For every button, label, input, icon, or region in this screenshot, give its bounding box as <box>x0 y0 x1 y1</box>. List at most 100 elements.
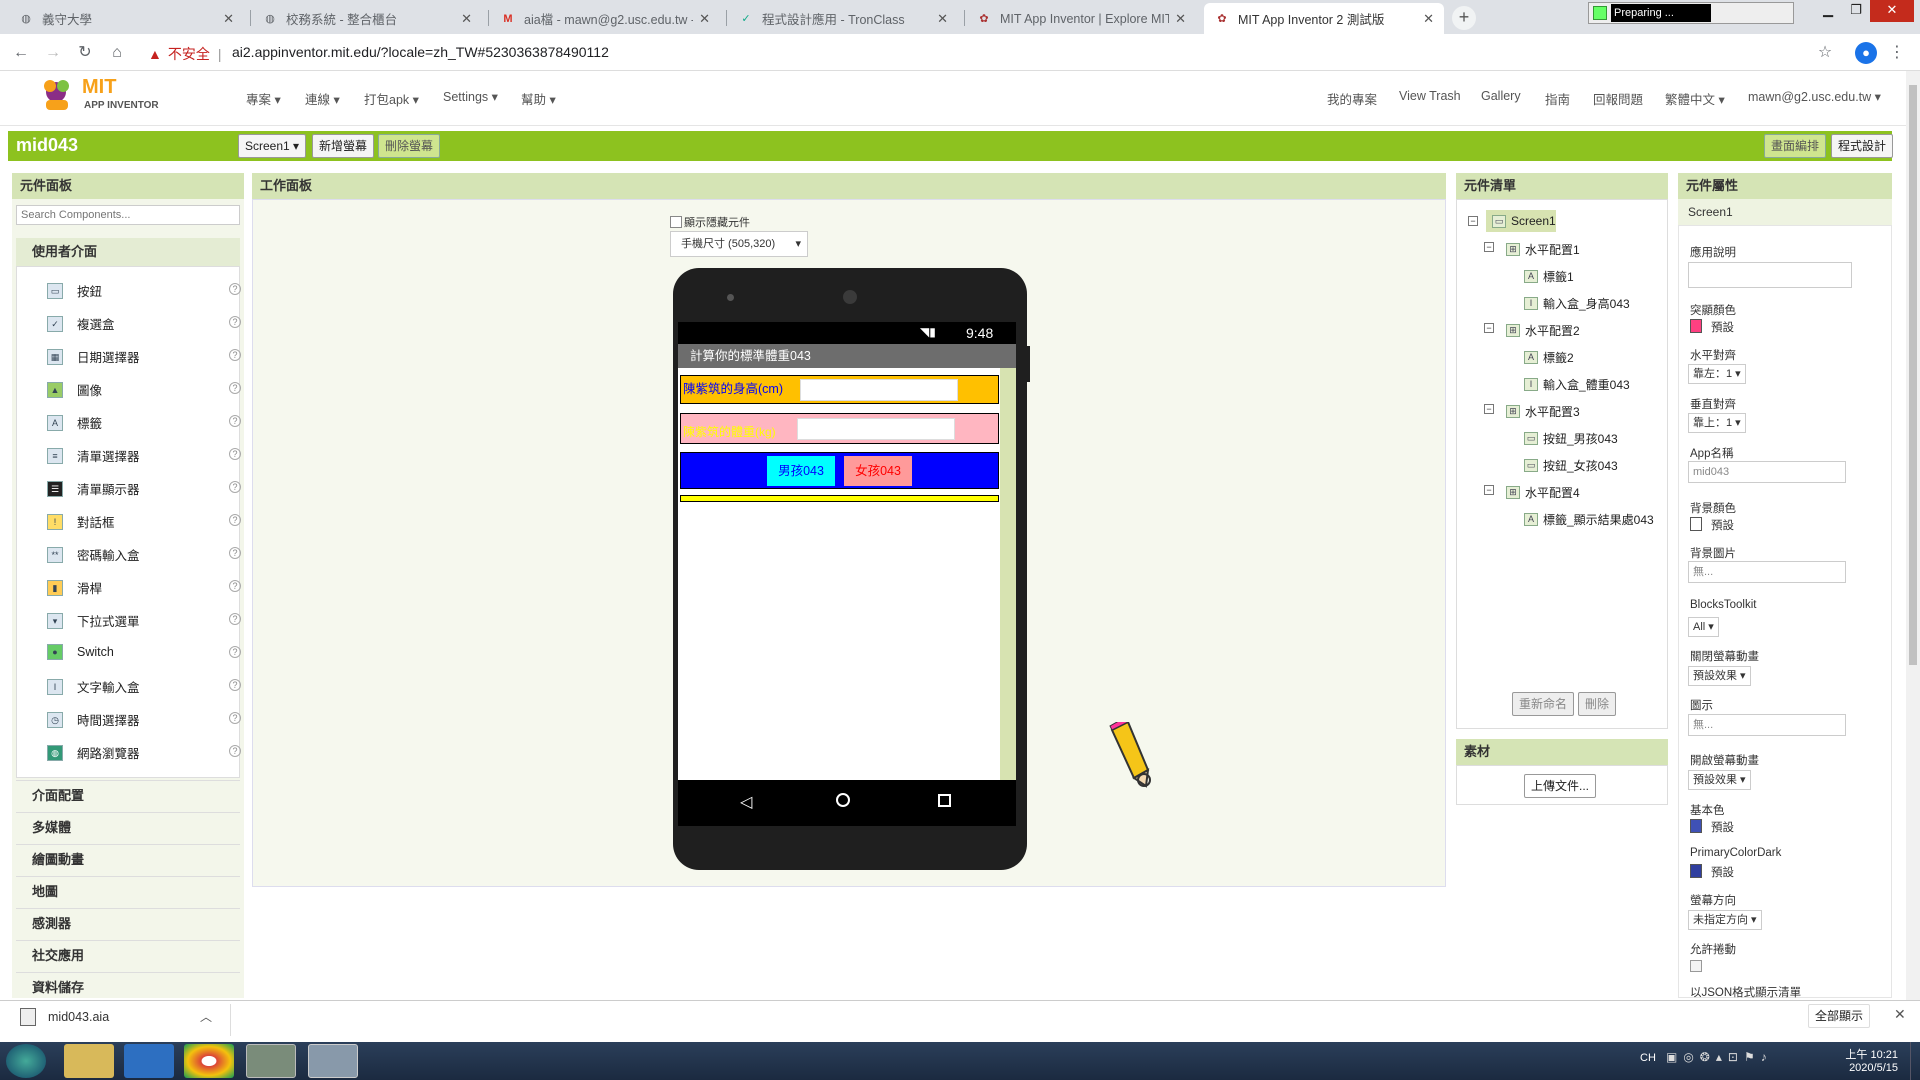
help-icon[interactable]: ? <box>229 283 241 295</box>
tab-mit-explore[interactable]: ✿ MIT App Inventor | Explore MIT ✕ <box>966 3 1196 34</box>
tab-app-inventor[interactable]: ✿ MIT App Inventor 2 測試版 ✕ <box>1204 3 1444 34</box>
prop-scrollable-checkbox[interactable] <box>1690 960 1702 972</box>
prop-icon-picker[interactable]: 無... <box>1688 714 1846 736</box>
mit-app-inventor-logo[interactable]: MIT APP INVENTOR <box>36 74 164 114</box>
tree-node-arrangement2[interactable]: ⊞ 水平配置2 <box>1506 322 1580 339</box>
palette-item-notifier[interactable]: ! 對話框 <box>47 512 115 531</box>
close-icon[interactable]: ✕ <box>1423 11 1434 27</box>
menu-account[interactable]: mawn@g2.usc.edu.tw ▾ <box>1748 89 1881 104</box>
back-icon[interactable]: ← <box>10 42 32 64</box>
start-button[interactable] <box>6 1044 46 1078</box>
tree-node-screen1[interactable]: ▭ Screen1 <box>1492 214 1556 228</box>
link-guide[interactable]: 指南 <box>1545 89 1570 108</box>
close-icon[interactable]: ✕ <box>223 11 234 27</box>
palette-category-social[interactable]: 社交應用 <box>16 940 240 969</box>
menu-project[interactable]: 專案 ▾ <box>246 89 281 108</box>
menu-build-apk[interactable]: 打包apk ▾ <box>364 89 419 108</box>
profile-avatar[interactable]: ● <box>1855 42 1877 64</box>
palette-category-sensors[interactable]: 感測器 <box>16 908 240 937</box>
tree-node-result-label[interactable]: A 標籤_顯示結果處043 <box>1524 511 1654 528</box>
search-components-input[interactable] <box>16 205 240 225</box>
restore-icon[interactable]: ❐ <box>1842 0 1870 22</box>
boy-button[interactable]: 男孩043 <box>767 456 835 486</box>
new-tab-button[interactable]: + <box>1452 6 1476 30</box>
help-icon[interactable]: ? <box>229 679 241 691</box>
palette-item-textbox[interactable]: I 文字輸入盒 <box>47 677 140 696</box>
help-icon[interactable]: ? <box>229 514 241 526</box>
prop-about-textarea[interactable] <box>1688 262 1852 288</box>
girl-button[interactable]: 女孩043 <box>844 456 912 486</box>
tab-campus-system[interactable]: ◍ 校務系統 - 整合櫃台 ✕ <box>252 3 482 34</box>
prop-blocks-toolkit-select[interactable]: All ▾ <box>1688 617 1719 637</box>
prop-bgcolor-value[interactable]: 預設 <box>1711 517 1734 533</box>
weight-input[interactable] <box>797 418 955 440</box>
help-icon[interactable]: ? <box>229 547 241 559</box>
link-view-trash[interactable]: View Trash <box>1399 89 1461 103</box>
tree-node-weight-input[interactable]: I 輸入盒_體重043 <box>1524 376 1630 393</box>
close-icon[interactable]: ✕ <box>1175 11 1186 27</box>
minimize-icon[interactable]: ▁ <box>1814 0 1842 22</box>
chrome-taskbar-icon[interactable] <box>184 1044 234 1078</box>
close-icon[interactable]: ✕ <box>461 11 472 27</box>
palette-item-checkbox[interactable]: ✓ 複選盒 <box>47 314 115 333</box>
prop-accent-value[interactable]: 預設 <box>1711 319 1734 335</box>
menu-connect[interactable]: 連線 ▾ <box>305 89 340 108</box>
bg-color-swatch[interactable] <box>1690 517 1702 531</box>
help-icon[interactable]: ? <box>229 580 241 592</box>
phone-size-select[interactable]: 手機尺寸 (505,320) ▾ <box>670 231 808 257</box>
tab-usc[interactable]: ◍ 義守大學 ✕ <box>8 3 244 34</box>
help-icon[interactable]: ? <box>229 646 241 658</box>
collapse-toggle[interactable]: − <box>1484 323 1494 333</box>
tree-node-arrangement1[interactable]: ⊞ 水平配置1 <box>1506 241 1580 258</box>
help-icon[interactable]: ? <box>229 481 241 493</box>
palette-item-image[interactable]: ▲ 圖像 <box>47 380 102 399</box>
menu-language[interactable]: 繁體中文 ▾ <box>1665 89 1725 108</box>
ie-taskbar-icon[interactable] <box>124 1044 174 1078</box>
tree-node-arrangement4[interactable]: ⊞ 水平配置4 <box>1506 484 1580 501</box>
close-icon[interactable]: ✕ <box>699 11 710 27</box>
collapse-toggle[interactable]: − <box>1484 404 1494 414</box>
remove-screen-button[interactable]: 刪除螢幕 <box>378 134 441 158</box>
prop-close-anim-select[interactable]: 預設效果 ▾ <box>1688 666 1751 686</box>
screen-select[interactable]: Screen1 ▾ <box>238 134 307 158</box>
close-download-bar-icon[interactable]: ✕ <box>1894 1006 1906 1023</box>
palette-category-layout[interactable]: 介面配置 <box>16 780 240 809</box>
collapse-toggle[interactable]: − <box>1484 242 1494 252</box>
horizontal-arrangement-1[interactable]: 陳紫筑的身高(cm) <box>680 375 999 404</box>
collapse-toggle[interactable]: − <box>1468 216 1478 226</box>
show-desktop-button[interactable] <box>1910 1042 1920 1080</box>
collapse-toggle[interactable]: − <box>1484 485 1494 495</box>
menu-help[interactable]: 幫助 ▾ <box>521 89 556 108</box>
palette-category-maps[interactable]: 地圖 <box>16 876 240 905</box>
more-menu-icon[interactable]: ⋮ <box>1886 42 1908 64</box>
designer-button[interactable]: 畫面編排 <box>1764 134 1827 158</box>
tab-tronclass[interactable]: ✓ 程式設計應用 - TronClass ✕ <box>728 3 958 34</box>
palette-item-passwordtextbox[interactable]: ** 密碼輸入盒 <box>47 545 140 564</box>
language-indicator[interactable]: CH <box>1640 1052 1656 1064</box>
palette-category-media[interactable]: 多媒體 <box>16 812 240 841</box>
palette-item-label[interactable]: A 標籤 <box>47 413 102 432</box>
upload-file-button[interactable]: 上傳文件... <box>1524 774 1597 798</box>
forward-icon[interactable]: → <box>42 42 64 64</box>
palette-category-drawing[interactable]: 繪圖動畫 <box>16 844 240 873</box>
tree-node-label1[interactable]: A 標籤1 <box>1524 268 1574 285</box>
recorder-taskbar-icon[interactable] <box>308 1044 358 1078</box>
primary-color-swatch[interactable] <box>1690 819 1702 833</box>
palette-item-datepicker[interactable]: ▦ 日期選擇器 <box>47 347 140 366</box>
tree-node-arrangement3[interactable]: ⊞ 水平配置3 <box>1506 403 1580 420</box>
palette-item-timepicker[interactable]: ◷ 時間選擇器 <box>47 710 140 729</box>
chevron-up-icon[interactable]: ︿ <box>200 1008 212 1025</box>
prop-halign-select[interactable]: 靠左：1 ▾ <box>1688 364 1746 384</box>
show-hidden-checkbox[interactable] <box>670 216 682 228</box>
page-scrollbar-thumb[interactable] <box>1909 85 1917 665</box>
link-gallery[interactable]: Gallery <box>1481 89 1521 103</box>
show-all-button[interactable]: 全部顯示 <box>1808 1004 1871 1028</box>
help-icon[interactable]: ? <box>229 316 241 328</box>
palette-item-listpicker[interactable]: ≡ 清單選擇器 <box>47 446 140 465</box>
page-scrollbar[interactable] <box>1906 71 1920 1000</box>
home-icon[interactable]: ⌂ <box>106 42 128 64</box>
explorer-taskbar-icon[interactable] <box>64 1044 114 1078</box>
tree-node-height-input[interactable]: I 輸入盒_身高043 <box>1524 295 1630 312</box>
help-icon[interactable]: ? <box>229 349 241 361</box>
palette-item-webviewer[interactable]: ◍ 網路瀏覽器 <box>47 743 140 762</box>
